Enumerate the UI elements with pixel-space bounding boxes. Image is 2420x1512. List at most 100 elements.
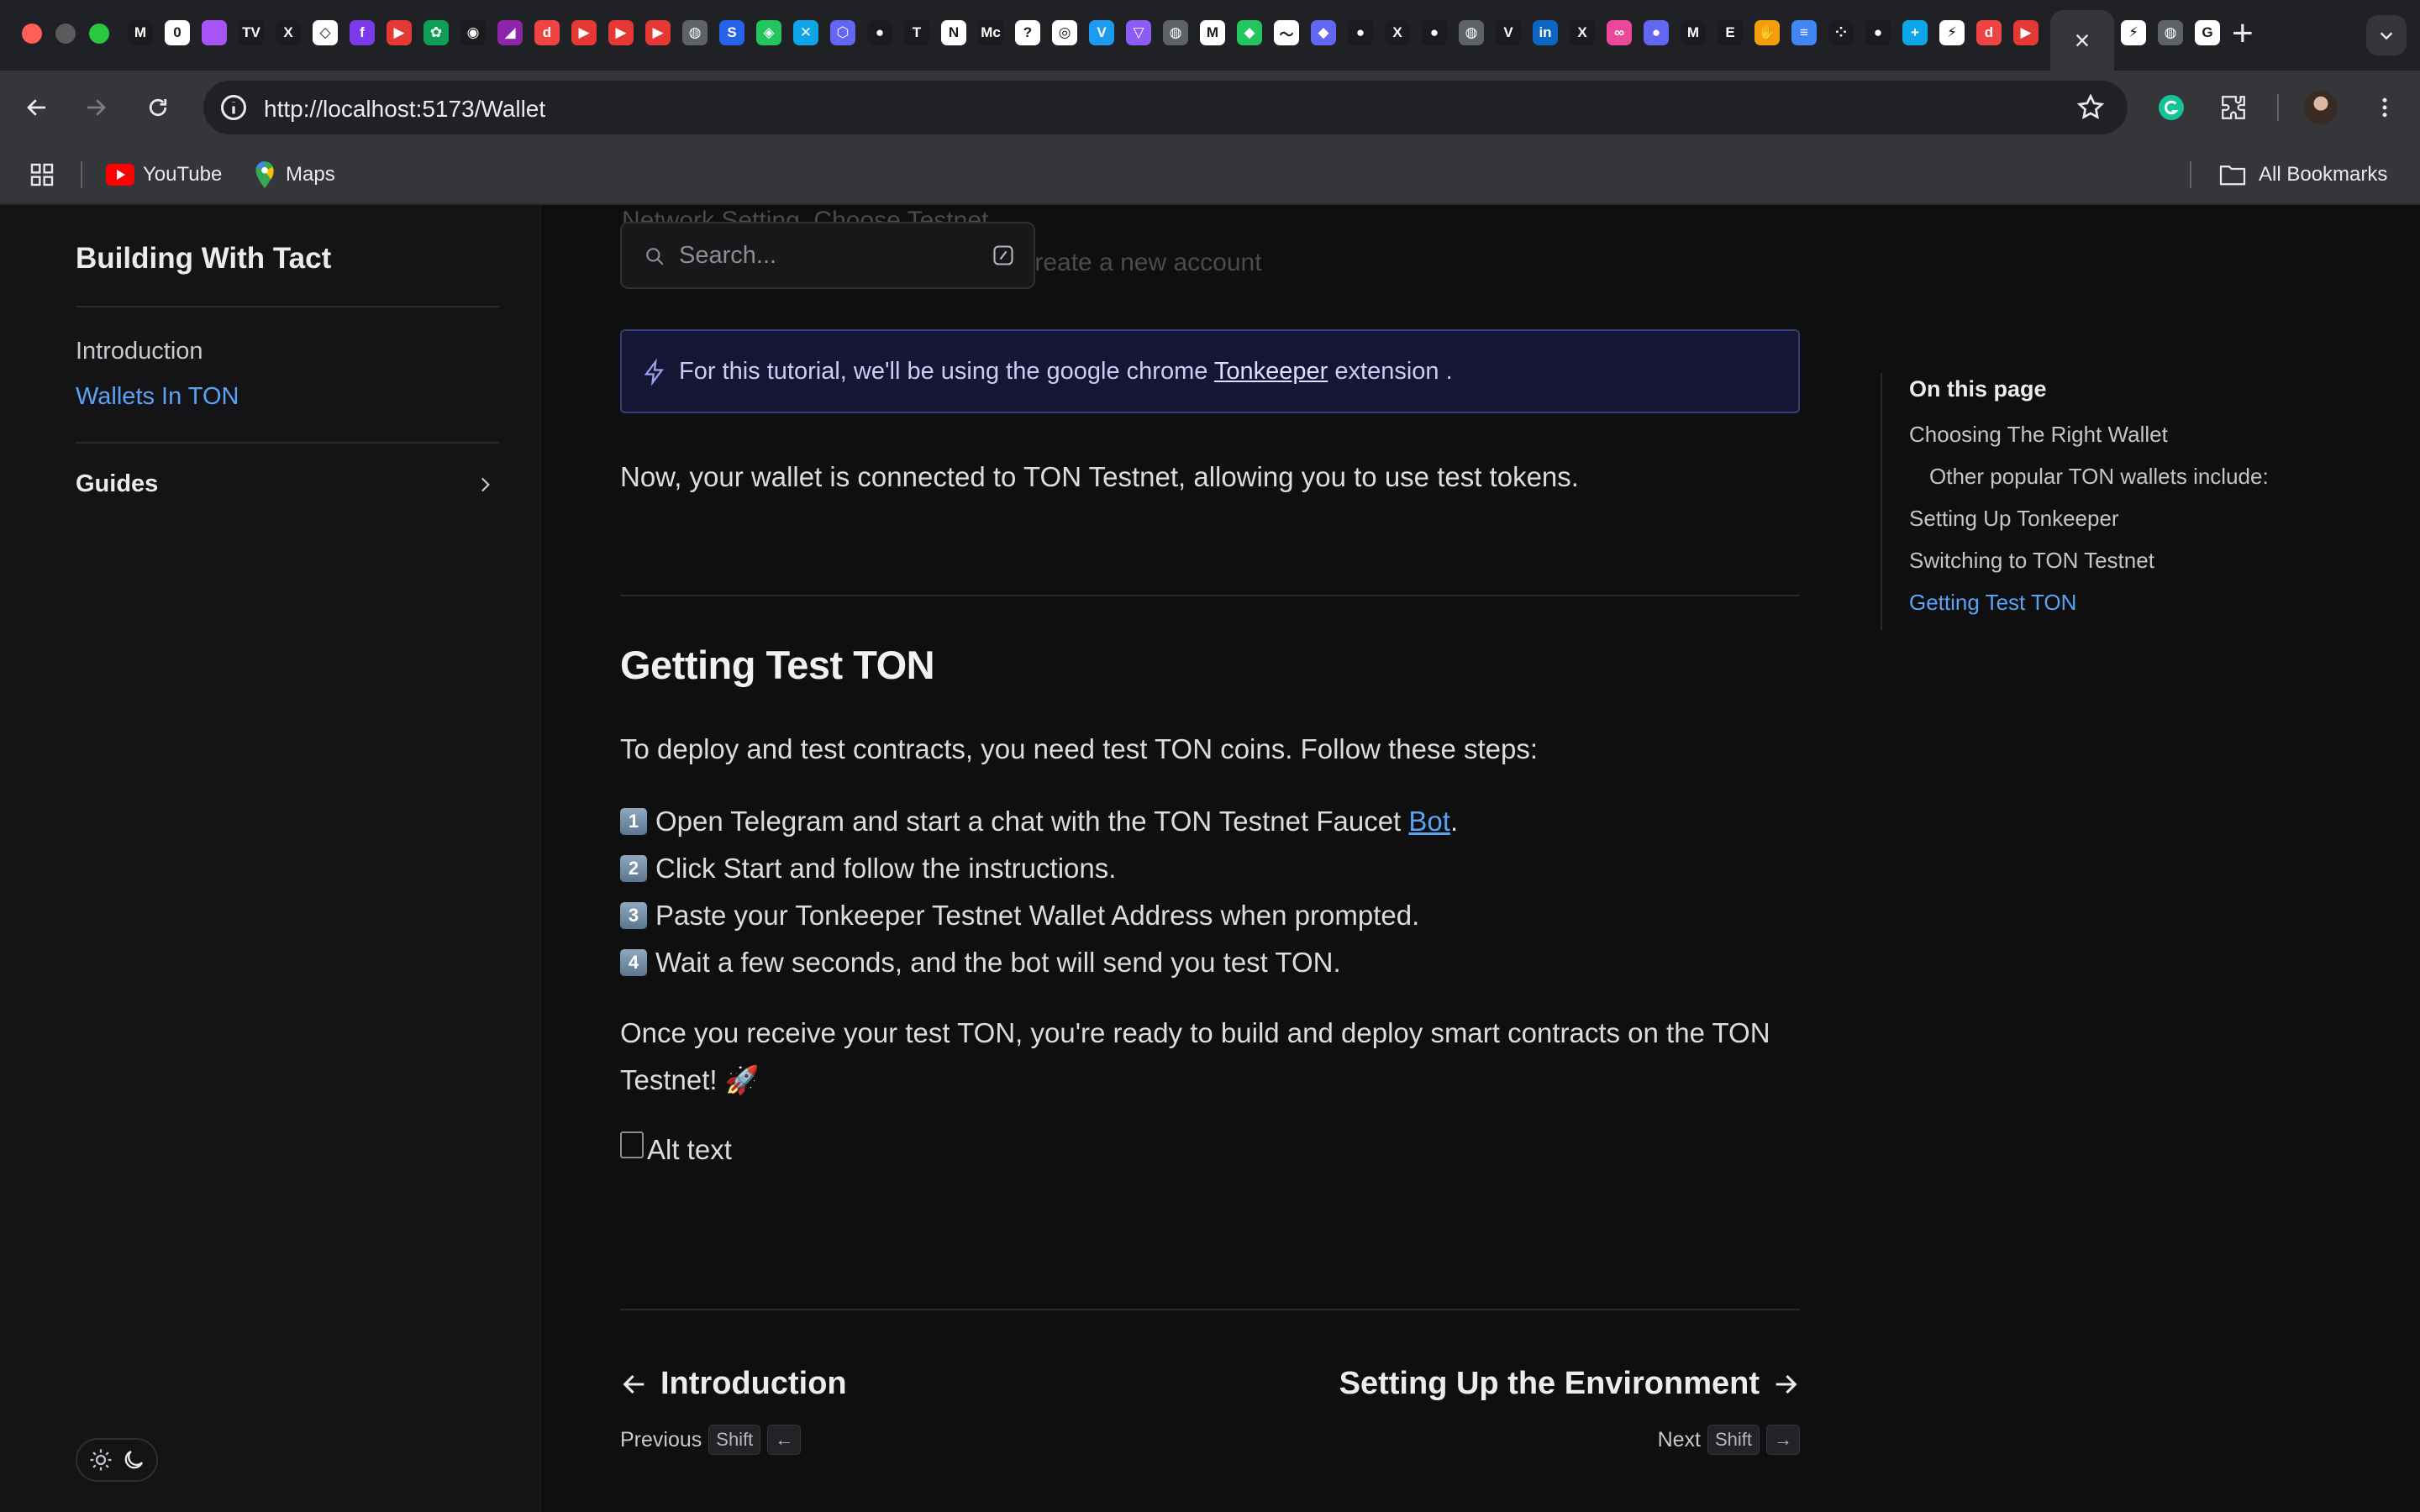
youtube-icon[interactable]: ▶ [571, 20, 597, 45]
hand-icon[interactable]: ✋ [1754, 20, 1780, 45]
openai-icon[interactable]: ◎ [1052, 20, 1077, 45]
toc-item-other-popular-wallets[interactable]: Other popular TON wallets include: [1929, 464, 2269, 490]
site-info-icon[interactable] [218, 92, 249, 123]
puzzle-icon[interactable]: ◈ [756, 20, 781, 45]
alien-icon[interactable]: ◆ [1237, 20, 1262, 45]
tab-search-button[interactable] [2366, 15, 2407, 55]
slash-icon[interactable]: ⚡ [2121, 20, 2146, 45]
t-icon[interactable]: T [904, 20, 929, 45]
v-icon[interactable]: V [1496, 20, 1521, 45]
faucet-bot-link[interactable]: Bot [1408, 806, 1450, 837]
active-tab[interactable]: × [2050, 10, 2114, 71]
sidebar-item-wallets-in-ton[interactable]: Wallets In TON [76, 383, 239, 411]
apps-button[interactable] [29, 160, 55, 190]
toc-item-getting-test-ton[interactable]: Getting Test TON [1909, 590, 2076, 616]
notion-square-icon[interactable]: 0 [165, 20, 190, 45]
search-input[interactable]: Search... [620, 222, 1035, 289]
m-outline-icon[interactable]: M [1681, 20, 1706, 45]
extensions-button[interactable] [2213, 87, 2254, 128]
table-of-contents: On this page Choosing The Right Wallet O… [1881, 373, 2385, 630]
close-window-button[interactable] [22, 24, 42, 44]
next-page-link[interactable]: Setting Up the Environment [1339, 1366, 1800, 1402]
robot-icon[interactable]: ◉ [460, 20, 486, 45]
ethereum-icon[interactable]: ◆ [1311, 20, 1336, 45]
x-icon[interactable]: X [1570, 20, 1595, 45]
github-icon[interactable]: ● [1422, 20, 1447, 45]
chevron-right-icon [481, 477, 490, 492]
youtube-icon[interactable]: ▶ [2013, 20, 2039, 45]
github-icon[interactable]: ● [867, 20, 892, 45]
f-icon[interactable]: f [350, 20, 375, 45]
diamond-icon[interactable]: ◇ [313, 20, 338, 45]
sidebar-item-introduction[interactable]: Introduction [76, 338, 203, 365]
globe-icon[interactable]: ◍ [682, 20, 708, 45]
youtube-icon[interactable]: ▶ [387, 20, 412, 45]
slash-icon[interactable]: ⚡ [1939, 20, 1965, 45]
gmail-icon[interactable]: M [1200, 20, 1225, 45]
tonkeeper-link[interactable]: Tonkeeper [1214, 358, 1328, 385]
site-title[interactable]: Building With Tact [76, 242, 331, 276]
close-tab-icon[interactable]: × [2075, 27, 2091, 54]
github-icon[interactable]: ● [1865, 20, 1891, 45]
all-bookmarks-button[interactable]: All Bookmarks [2218, 160, 2387, 190]
browser-menu-button[interactable] [2365, 87, 2405, 128]
reload-button[interactable] [138, 87, 178, 128]
sun-icon[interactable] [88, 1447, 113, 1473]
d-icon[interactable]: d [534, 20, 560, 45]
notion-icon[interactable]: N [941, 20, 966, 45]
github-icon[interactable]: ● [1348, 20, 1373, 45]
s-icon[interactable]: S [719, 20, 744, 45]
docs-icon[interactable]: ≡ [1791, 20, 1817, 45]
link-icon[interactable]: ∞ [1607, 20, 1632, 45]
back-button[interactable] [17, 87, 57, 128]
bookmark-youtube[interactable]: YouTube [106, 160, 222, 190]
m-icon[interactable]: M [128, 20, 153, 45]
tradingview-icon[interactable]: TV [239, 20, 264, 45]
x-teal-icon[interactable]: ✕ [793, 20, 818, 45]
arrow-left-icon [623, 1374, 644, 1394]
toc-item-switching-to-testnet[interactable]: Switching to TON Testnet [1909, 548, 2154, 574]
v-shield-icon[interactable]: V [1089, 20, 1114, 45]
linkedin-icon[interactable]: in [1533, 20, 1558, 45]
x-icon[interactable]: X [1385, 20, 1410, 45]
moon-icon[interactable] [121, 1447, 146, 1473]
youtube-icon[interactable]: ▶ [645, 20, 671, 45]
theme-toggle[interactable] [76, 1438, 158, 1482]
globe-icon[interactable]: ◍ [2158, 20, 2183, 45]
plant-icon[interactable]: ✿ [424, 20, 449, 45]
toc-item-choosing-the-right-wallet[interactable]: Choosing The Right Wallet [1909, 422, 2168, 448]
hexagon-icon[interactable]: ⬡ [830, 20, 855, 45]
gradient-icon[interactable] [202, 20, 227, 45]
minimize-window-button[interactable] [55, 24, 76, 44]
arrow-left-key-icon: ← [767, 1425, 802, 1455]
bookmark-star-icon[interactable] [2075, 92, 2106, 123]
profile-button[interactable] [2301, 87, 2341, 128]
google-icon[interactable]: G [2195, 20, 2220, 45]
number-3-icon: 3 [620, 902, 647, 929]
bookmark-maps[interactable]: Maps [254, 160, 335, 190]
d-icon[interactable]: d [1976, 20, 2002, 45]
globe-icon[interactable]: ◍ [1459, 20, 1484, 45]
forward-button[interactable] [76, 87, 116, 128]
globe-icon[interactable]: ◍ [1163, 20, 1188, 45]
prism-icon[interactable]: ◢ [497, 20, 523, 45]
wave-icon[interactable]: 〜 [1274, 20, 1299, 45]
plus-tool-icon[interactable]: + [1902, 20, 1928, 45]
search-icon [646, 248, 664, 265]
x-icon[interactable]: X [276, 20, 301, 45]
question-icon[interactable]: ? [1015, 20, 1040, 45]
grammarly-extension[interactable] [2151, 87, 2191, 128]
triangle-icon[interactable]: ▽ [1126, 20, 1151, 45]
toc-item-setting-up-tonkeeper[interactable]: Setting Up Tonkeeper [1909, 506, 2119, 532]
url-text[interactable]: http://localhost:5173/Wallet [264, 96, 545, 123]
new-tab-button[interactable]: + [2232, 13, 2254, 54]
previous-page-link[interactable]: Introduction [620, 1366, 847, 1402]
youtube-icon[interactable]: ▶ [608, 20, 634, 45]
orb-icon[interactable]: ● [1644, 20, 1669, 45]
maximize-window-button[interactable] [89, 24, 109, 44]
sidebar-group-guides[interactable]: Guides [76, 470, 499, 498]
dots-icon[interactable]: ⁘ [1828, 20, 1854, 45]
e-icon[interactable]: E [1718, 20, 1743, 45]
address-bar[interactable]: http://localhost:5173/Wallet [203, 81, 2128, 134]
mc-icon[interactable]: Mc [978, 20, 1003, 45]
